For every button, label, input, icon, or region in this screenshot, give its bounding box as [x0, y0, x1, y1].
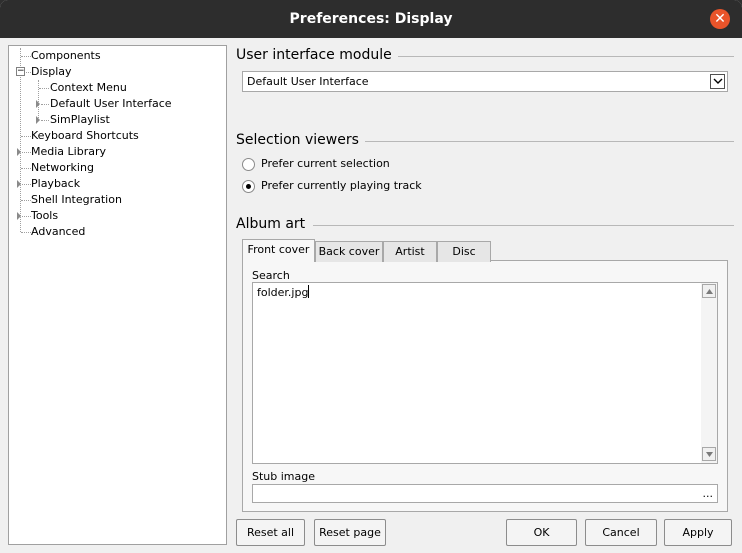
collapse-icon[interactable]: − — [16, 67, 25, 76]
tree-item-label: Playback — [31, 177, 81, 190]
tree-item-components[interactable]: Components — [29, 48, 103, 64]
expand-arrow-icon[interactable] — [17, 212, 21, 220]
window-title: Preferences: Display — [289, 11, 453, 27]
tree-item-keyboard-shortcuts[interactable]: Keyboard Shortcuts — [29, 128, 141, 144]
tree-item-advanced[interactable]: Advanced — [29, 224, 87, 240]
tree-item-label: Default User Interface — [50, 97, 172, 110]
tab-artist[interactable]: Artist — [383, 241, 437, 262]
radio-label: Prefer currently playing track — [261, 179, 422, 192]
album-art-heading: Album art — [236, 216, 306, 232]
browse-button[interactable]: ... — [703, 485, 714, 502]
tab-disc[interactable]: Disc — [437, 241, 491, 262]
chevron-down-icon[interactable] — [710, 74, 725, 89]
tree-item-label: Advanced — [31, 225, 86, 238]
tree-item-label: Networking — [31, 161, 94, 174]
reset-page-button[interactable]: Reset page — [314, 519, 386, 546]
cancel-button[interactable]: Cancel — [585, 519, 657, 546]
title-bar: Preferences: Display ✕ — [0, 0, 742, 38]
tab-label: Disc — [452, 245, 476, 258]
expand-arrow-icon[interactable] — [36, 116, 40, 124]
tree-item-label: Media Library — [31, 145, 106, 158]
tab-label: Artist — [395, 245, 425, 258]
tree-item-label: Shell Integration — [31, 193, 122, 206]
apply-button[interactable]: Apply — [664, 519, 732, 546]
search-value: folder.jpg — [257, 286, 309, 299]
tree-item-display[interactable]: Display — [29, 64, 74, 80]
tab-back-cover[interactable]: Back cover — [315, 241, 383, 262]
tab-label: Front cover — [247, 243, 310, 256]
tree-item-playback[interactable]: Playback — [29, 176, 82, 192]
radio-button[interactable] — [242, 180, 255, 193]
expand-arrow-icon[interactable] — [17, 180, 21, 188]
tree-item-label: Tools — [31, 209, 59, 222]
section-divider — [313, 225, 734, 226]
radio-label: Prefer current selection — [261, 157, 390, 170]
tree-item-label: Keyboard Shortcuts — [31, 129, 139, 142]
search-label: Search — [252, 269, 290, 282]
tree-item-label: SimPlaylist — [50, 113, 110, 126]
tree-item-label: Display — [31, 65, 72, 78]
preferences-tree[interactable]: Components − Display Context Menu Defaul… — [8, 45, 227, 545]
radio-button[interactable] — [242, 158, 255, 171]
ui-module-heading: User interface module — [236, 47, 392, 63]
expand-arrow-icon[interactable] — [17, 148, 21, 156]
tree-item-label: Context Menu — [50, 81, 127, 94]
tree-item-tools[interactable]: Tools — [29, 208, 60, 224]
ok-button[interactable]: OK — [506, 519, 577, 546]
tree-item-simplaylist[interactable]: SimPlaylist — [48, 112, 112, 128]
tree-item-networking[interactable]: Networking — [29, 160, 96, 176]
tree-item-default-user-interface[interactable]: Default User Interface — [48, 96, 174, 112]
tree-item-media-library[interactable]: Media Library — [29, 144, 108, 160]
close-icon[interactable]: ✕ — [710, 9, 730, 29]
section-divider — [365, 141, 734, 142]
tree-item-label: Components — [31, 49, 101, 62]
preferences-window: Preferences: Display ✕ Components − Disp… — [0, 0, 742, 553]
ui-module-value: Default User Interface — [247, 75, 369, 88]
selection-viewers-heading: Selection viewers — [236, 132, 359, 148]
tab-front-cover[interactable]: Front cover — [242, 239, 315, 262]
stub-image-field[interactable]: ... — [252, 484, 718, 503]
text-caret — [308, 285, 310, 298]
expand-arrow-icon[interactable] — [36, 100, 40, 108]
search-textarea[interactable]: folder.jpg — [252, 282, 718, 464]
stub-image-label: Stub image — [252, 470, 316, 483]
reset-all-button[interactable]: Reset all — [236, 519, 305, 546]
scroll-down-icon[interactable] — [702, 447, 716, 461]
vertical-scrollbar[interactable] — [701, 283, 717, 463]
tab-label: Back cover — [318, 245, 380, 258]
ui-module-select[interactable]: Default User Interface — [242, 71, 728, 92]
tree-item-context-menu[interactable]: Context Menu — [48, 80, 129, 96]
tree-item-shell-integration[interactable]: Shell Integration — [29, 192, 124, 208]
section-divider — [398, 56, 734, 57]
scroll-up-icon[interactable] — [702, 284, 716, 298]
